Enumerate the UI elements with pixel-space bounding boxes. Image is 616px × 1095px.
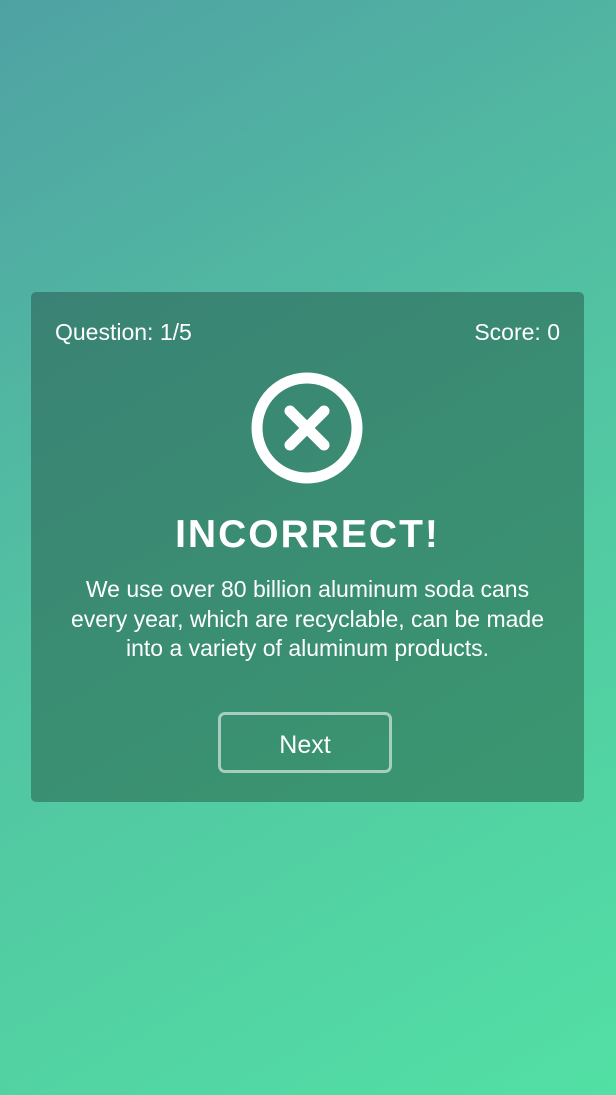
next-button[interactable]: Next — [218, 712, 392, 773]
score-counter: Score: 0 — [474, 319, 560, 345]
result-title: INCORRECT! — [175, 513, 440, 556]
question-counter: Question: 1/5 — [55, 319, 192, 345]
result-card: Question: 1/5 Score: 0 INCORRECT! We use… — [31, 292, 584, 802]
result-message: We use over 80 billion aluminum soda can… — [70, 576, 545, 661]
close-circle-icon — [251, 372, 363, 484]
